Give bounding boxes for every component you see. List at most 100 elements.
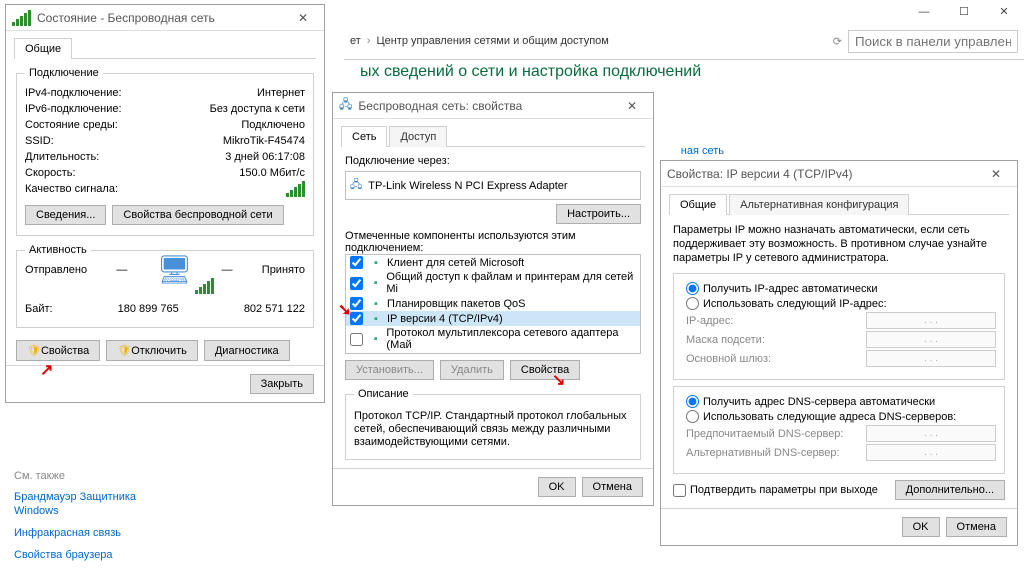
- radio-ip-manual[interactable]: [686, 297, 699, 310]
- speed-label: Скорость:: [25, 165, 76, 181]
- cancel-button[interactable]: Отмена: [582, 477, 643, 497]
- radio-dns-auto-label: Получить адрес DNS-сервера автоматически: [703, 396, 935, 408]
- activity-signal-icon: [195, 278, 214, 294]
- tab-general[interactable]: Общие: [14, 38, 72, 59]
- uninstall-button[interactable]: Удалить: [440, 360, 504, 380]
- properties-button[interactable]: 🛡Свойства: [16, 340, 100, 361]
- tab-access[interactable]: Доступ: [389, 126, 447, 147]
- component-item[interactable]: ▪ IP версии 4 (TCP/IPv4): [346, 311, 640, 326]
- page-heading: ых сведений о сети и настройка подключен…: [360, 63, 701, 81]
- close-button[interactable]: Закрыть: [250, 374, 314, 394]
- signal-bars-icon: [286, 181, 305, 197]
- component-checkbox[interactable]: [350, 297, 363, 310]
- close-button[interactable]: ✕: [984, 0, 1024, 26]
- dns2-label: Альтернативный DNS-сервер:: [686, 447, 840, 459]
- group-activity-label: Активность: [25, 244, 91, 256]
- media-value: Подключено: [241, 117, 305, 133]
- component-icon: ▪: [369, 313, 383, 325]
- signal-label: Качество сигнала:: [25, 181, 118, 197]
- component-label: Драйвер протокола LLDP (Майкрософт): [387, 354, 591, 355]
- radio-ip-manual-label: Использовать следующий IP-адрес:: [703, 298, 887, 310]
- components-label: Отмеченные компоненты используются этим …: [345, 230, 641, 254]
- component-checkbox[interactable]: [350, 353, 363, 354]
- tab-general[interactable]: Общие: [669, 194, 727, 215]
- component-item[interactable]: ▪Планировщик пакетов QoS: [346, 296, 640, 311]
- link-firewall[interactable]: Брандмауэр Защитника Windows: [14, 490, 174, 518]
- validate-checkbox[interactable]: [673, 484, 686, 497]
- group-dns: Получить адрес DNS-сервера автоматически…: [673, 386, 1005, 474]
- component-label: IP версии 4 (TCP/IPv4): [387, 313, 503, 325]
- link-wireless-partial[interactable]: ная сеть: [681, 145, 724, 157]
- bytes-label: Байт:: [25, 301, 53, 317]
- link-infrared[interactable]: Инфракрасная связь: [14, 526, 174, 540]
- window-ipv4-properties: Свойства: IP версии 4 (TCP/IPv4) ✕ Общие…: [660, 160, 1018, 546]
- ipv6-label: IPv6-подключение:: [25, 101, 122, 117]
- component-item[interactable]: ▪ Общий доступ к файлам и принтерам для с…: [346, 270, 640, 296]
- ssid-label: SSID:: [25, 133, 54, 149]
- close-icon[interactable]: ✕: [981, 167, 1011, 181]
- dns2-input: . . .: [866, 444, 996, 461]
- maximize-button[interactable]: ☐: [944, 0, 984, 26]
- details-button[interactable]: Сведения...: [25, 205, 106, 225]
- window-title: Свойства: IP версии 4 (TCP/IPv4): [667, 167, 981, 181]
- advanced-button[interactable]: Дополнительно...: [895, 480, 1005, 500]
- radio-dns-auto[interactable]: [686, 395, 699, 408]
- computer-icon: 🖥: [157, 262, 193, 278]
- duration-label: Длительность:: [25, 149, 99, 165]
- wifi-properties-button[interactable]: Свойства беспроводной сети: [112, 205, 283, 225]
- minimize-button[interactable]: —: [904, 0, 944, 26]
- component-icon: ▪: [369, 257, 383, 269]
- link-browser-props[interactable]: Свойства браузера: [14, 548, 174, 562]
- component-checkbox[interactable]: [350, 256, 363, 269]
- disable-button[interactable]: 🛡Отключить: [106, 340, 198, 361]
- breadcrumb-current[interactable]: Центр управления сетями и общим доступом: [376, 35, 608, 47]
- sidebar-header: См. также: [14, 470, 174, 482]
- group-connection-label: Подключение: [25, 67, 103, 79]
- intro-text: Параметры IP можно назначать автоматичес…: [673, 223, 1005, 265]
- tab-network[interactable]: Сеть: [341, 126, 387, 147]
- ok-button[interactable]: OK: [902, 517, 940, 537]
- component-checkbox[interactable]: [350, 312, 363, 325]
- speed-value: 150.0 Мбит/c: [239, 165, 305, 181]
- ok-button[interactable]: OK: [538, 477, 576, 497]
- group-activity: Активность Отправлено — 🖥 — Принято Байт…: [16, 244, 314, 328]
- component-icon: ▪: [369, 277, 382, 289]
- group-connection: Подключение IPv4-подключение: Интернет IP…: [16, 67, 314, 236]
- component-label: Клиент для сетей Microsoft: [387, 257, 524, 269]
- component-item[interactable]: ▪ Клиент для сетей Microsoft: [346, 255, 640, 270]
- ipv4-label: IPv4-подключение:: [25, 85, 122, 101]
- radio-ip-auto-label: Получить IP-адрес автоматически: [703, 283, 877, 295]
- search-input[interactable]: [848, 30, 1018, 53]
- description-text: Протокол TCP/IP. Стандартный протокол гл…: [354, 410, 632, 449]
- close-icon[interactable]: ✕: [288, 11, 318, 25]
- radio-ip-auto[interactable]: [686, 282, 699, 295]
- component-checkbox[interactable]: [350, 277, 363, 290]
- component-properties-button[interactable]: Свойства: [510, 360, 580, 380]
- ipv4-value: Интернет: [257, 85, 305, 101]
- component-item[interactable]: ▪Протокол мультиплексора сетевого адапте…: [346, 326, 640, 352]
- radio-dns-manual-label: Использовать следующие адреса DNS-сервер…: [703, 411, 956, 423]
- configure-button[interactable]: Настроить...: [556, 204, 641, 224]
- tab-alternative[interactable]: Альтернативная конфигурация: [729, 194, 909, 215]
- ip-address-input: . . .: [866, 312, 996, 329]
- breadcrumb-label[interactable]: ет: [350, 35, 361, 47]
- diagnostics-button[interactable]: Диагностика: [204, 340, 290, 361]
- subnet-mask-input: . . .: [866, 331, 996, 348]
- components-list[interactable]: ▪Клиент для сетей Microsoft▪Общий доступ…: [345, 254, 641, 354]
- window-title: Беспроводная сеть: свойства: [358, 99, 617, 113]
- radio-dns-manual[interactable]: [686, 410, 699, 423]
- received-label: Принято: [262, 262, 305, 278]
- media-label: Состояние среды:: [25, 117, 118, 133]
- component-icon: ▪: [369, 354, 383, 355]
- sent-label: Отправлено: [25, 262, 87, 278]
- ip-address-label: IP-адрес:: [686, 315, 733, 327]
- description-heading: Описание: [354, 388, 413, 400]
- component-checkbox[interactable]: [350, 333, 363, 346]
- component-label: Общий доступ к файлам и принтерам для се…: [386, 271, 636, 295]
- duration-value: 3 дней 06:17:08: [225, 149, 305, 165]
- close-icon[interactable]: ✕: [617, 99, 647, 113]
- bytes-sent-value: 180 899 765: [118, 301, 179, 317]
- cancel-button[interactable]: Отмена: [946, 517, 1007, 537]
- component-item[interactable]: ▪ Драйвер протокола LLDP (Майкрософт): [346, 352, 640, 354]
- install-button[interactable]: Установить...: [345, 360, 434, 380]
